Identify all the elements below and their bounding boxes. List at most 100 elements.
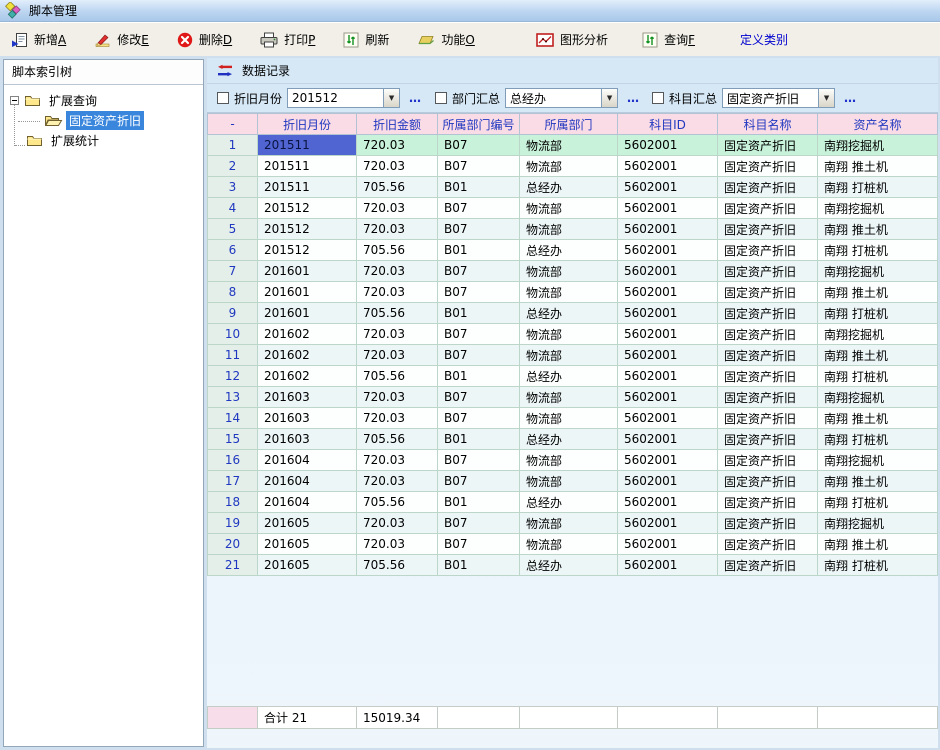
- table-cell[interactable]: 总经办: [520, 492, 618, 513]
- table-cell[interactable]: 705.56: [357, 303, 438, 324]
- table-row[interactable]: 19201605720.03B07物流部5602001固定资产折旧南翔挖掘机: [208, 513, 938, 534]
- table-cell[interactable]: 5602001: [618, 492, 718, 513]
- table-cell[interactable]: 720.03: [357, 219, 438, 240]
- table-cell[interactable]: 720.03: [357, 471, 438, 492]
- table-cell[interactable]: 固定资产折旧: [718, 261, 818, 282]
- table-cell[interactable]: 720.03: [357, 513, 438, 534]
- row-number-cell[interactable]: 11: [208, 345, 258, 366]
- table-cell[interactable]: 201601: [258, 303, 357, 324]
- table-cell[interactable]: 201511: [258, 177, 357, 198]
- table-cell[interactable]: 720.03: [357, 261, 438, 282]
- collapse-icon[interactable]: [10, 96, 19, 105]
- table-cell[interactable]: 201605: [258, 513, 357, 534]
- table-cell[interactable]: 5602001: [618, 261, 718, 282]
- row-number-cell[interactable]: 3: [208, 177, 258, 198]
- table-cell[interactable]: B01: [438, 429, 520, 450]
- row-number-cell[interactable]: 9: [208, 303, 258, 324]
- table-row[interactable]: 12201602705.56B01总经办5602001固定资产折旧南翔 打桩机: [208, 366, 938, 387]
- print-button[interactable]: 打印P: [257, 27, 318, 53]
- chevron-down-icon[interactable]: ▼: [818, 89, 834, 107]
- row-number-cell[interactable]: 6: [208, 240, 258, 261]
- table-cell[interactable]: 南翔 打桩机: [818, 555, 938, 576]
- column-header[interactable]: 资产名称: [818, 114, 938, 135]
- table-cell[interactable]: 物流部: [520, 450, 618, 471]
- table-cell[interactable]: 物流部: [520, 198, 618, 219]
- table-cell[interactable]: B07: [438, 324, 520, 345]
- table-cell[interactable]: B07: [438, 198, 520, 219]
- table-row[interactable]: 11201602720.03B07物流部5602001固定资产折旧南翔 推土机: [208, 345, 938, 366]
- table-cell[interactable]: 物流部: [520, 219, 618, 240]
- table-cell[interactable]: B07: [438, 513, 520, 534]
- row-number-cell[interactable]: 8: [208, 282, 258, 303]
- table-cell[interactable]: 5602001: [618, 345, 718, 366]
- column-header[interactable]: -: [208, 114, 258, 135]
- table-cell[interactable]: 5602001: [618, 408, 718, 429]
- table-cell[interactable]: 720.03: [357, 135, 438, 156]
- table-cell[interactable]: 南翔 推土机: [818, 408, 938, 429]
- table-cell[interactable]: 5602001: [618, 429, 718, 450]
- table-cell[interactable]: 总经办: [520, 366, 618, 387]
- row-number-cell[interactable]: 19: [208, 513, 258, 534]
- table-row[interactable]: 20201605720.03B07物流部5602001固定资产折旧南翔 推土机: [208, 534, 938, 555]
- table-cell[interactable]: 5602001: [618, 303, 718, 324]
- table-cell[interactable]: B01: [438, 366, 520, 387]
- table-cell[interactable]: 固定资产折旧: [718, 555, 818, 576]
- chevron-down-icon[interactable]: ▼: [383, 89, 399, 107]
- table-cell[interactable]: 201512: [258, 219, 357, 240]
- table-cell[interactable]: 总经办: [520, 303, 618, 324]
- table-cell[interactable]: B07: [438, 282, 520, 303]
- table-cell[interactable]: 5602001: [618, 240, 718, 261]
- table-cell[interactable]: 固定资产折旧: [718, 429, 818, 450]
- table-row[interactable]: 6201512705.56B01总经办5602001固定资产折旧南翔 打桩机: [208, 240, 938, 261]
- row-number-cell[interactable]: 12: [208, 366, 258, 387]
- table-cell[interactable]: 720.03: [357, 534, 438, 555]
- subject-summary-checkbox[interactable]: [652, 92, 664, 104]
- table-cell[interactable]: 201605: [258, 534, 357, 555]
- table-cell[interactable]: B01: [438, 240, 520, 261]
- table-cell[interactable]: 201603: [258, 387, 357, 408]
- table-cell[interactable]: 5602001: [618, 534, 718, 555]
- modify-button[interactable]: 修改E: [91, 27, 152, 53]
- chart-analysis-button[interactable]: 图形分析: [533, 27, 611, 53]
- table-cell[interactable]: 5602001: [618, 555, 718, 576]
- table-cell[interactable]: B07: [438, 261, 520, 282]
- table-cell[interactable]: 南翔挖掘机: [818, 135, 938, 156]
- table-cell[interactable]: 固定资产折旧: [718, 303, 818, 324]
- table-cell[interactable]: 固定资产折旧: [718, 198, 818, 219]
- add-button[interactable]: 新增A: [8, 27, 69, 53]
- table-row[interactable]: 1201511720.03B07物流部5602001固定资产折旧南翔挖掘机: [208, 135, 938, 156]
- table-cell[interactable]: 固定资产折旧: [718, 177, 818, 198]
- table-cell[interactable]: 南翔挖掘机: [818, 261, 938, 282]
- table-cell[interactable]: 201601: [258, 282, 357, 303]
- table-cell[interactable]: 201601: [258, 261, 357, 282]
- table-cell[interactable]: 5602001: [618, 387, 718, 408]
- table-cell[interactable]: 物流部: [520, 324, 618, 345]
- refresh-button[interactable]: 刷新: [340, 27, 392, 53]
- define-category-button[interactable]: 定义类别: [740, 31, 788, 48]
- table-cell[interactable]: 固定资产折旧: [718, 345, 818, 366]
- table-cell[interactable]: 南翔 打桩机: [818, 303, 938, 324]
- table-cell[interactable]: 南翔 推土机: [818, 471, 938, 492]
- table-cell[interactable]: 720.03: [357, 282, 438, 303]
- table-cell[interactable]: 201602: [258, 345, 357, 366]
- table-cell[interactable]: 物流部: [520, 387, 618, 408]
- table-cell[interactable]: B07: [438, 408, 520, 429]
- table-cell[interactable]: B07: [438, 450, 520, 471]
- table-cell[interactable]: 固定资产折旧: [718, 366, 818, 387]
- table-cell[interactable]: 705.56: [357, 555, 438, 576]
- table-cell[interactable]: 物流部: [520, 408, 618, 429]
- table-cell[interactable]: B07: [438, 345, 520, 366]
- table-cell[interactable]: 固定资产折旧: [718, 240, 818, 261]
- table-cell[interactable]: 705.56: [357, 240, 438, 261]
- table-cell[interactable]: 南翔挖掘机: [818, 450, 938, 471]
- table-cell[interactable]: 5602001: [618, 219, 718, 240]
- table-cell[interactable]: 720.03: [357, 198, 438, 219]
- table-cell[interactable]: 201602: [258, 366, 357, 387]
- table-cell[interactable]: 固定资产折旧: [718, 534, 818, 555]
- table-cell[interactable]: 201602: [258, 324, 357, 345]
- delete-button[interactable]: 删除D: [174, 27, 235, 53]
- table-cell[interactable]: B07: [438, 471, 520, 492]
- table-row[interactable]: 5201512720.03B07物流部5602001固定资产折旧南翔 推土机: [208, 219, 938, 240]
- table-cell[interactable]: 总经办: [520, 555, 618, 576]
- table-cell[interactable]: 5602001: [618, 450, 718, 471]
